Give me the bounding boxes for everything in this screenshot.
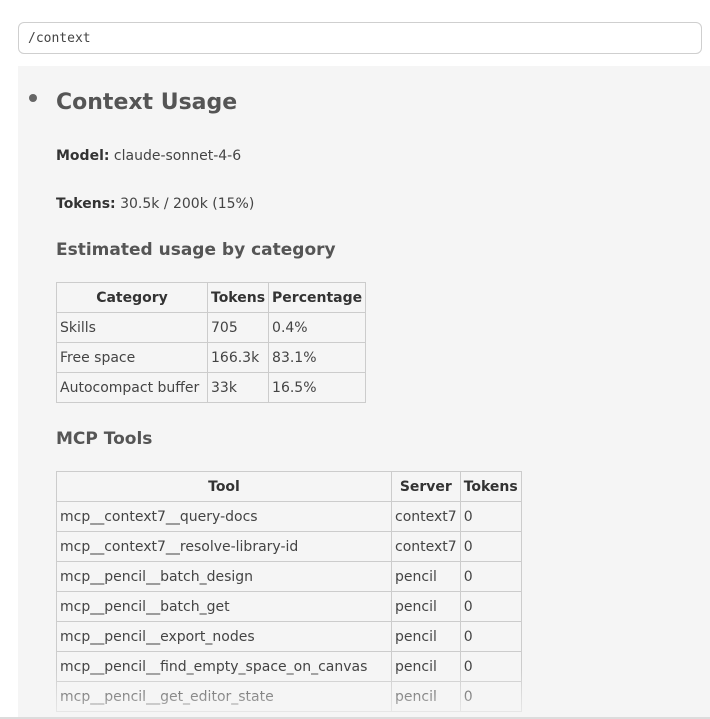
column-header: Server (391, 471, 461, 502)
table-cell: context7 (391, 501, 461, 532)
table-cell: Skills (56, 312, 208, 343)
table-cell: 166.3k (206, 342, 270, 373)
column-header: Tokens (459, 471, 522, 502)
table-row: mcp__context7__query-docs context7 0 (56, 501, 522, 532)
output-panel: Context Usage Model: claude-sonnet-4-6 T… (18, 66, 710, 719)
table-header-row: Category Tokens Percentage (56, 282, 367, 313)
tokens-line: Tokens: 30.5k / 200k (15%) (56, 196, 254, 212)
table-cell: mcp__pencil__find_empty_space_on_canvas (56, 651, 392, 682)
table-cell: pencil (391, 561, 461, 592)
command-bar (0, 0, 710, 66)
table-row: Free space 166.3k 83.1% (56, 342, 367, 373)
table-row: Skills 705 0.4% (56, 312, 367, 343)
table-cell: 33k (206, 372, 270, 403)
tokens-value: 30.5k / 200k (15%) (120, 196, 255, 212)
table-row: mcp__pencil__get_editor_state pencil 0 (56, 681, 522, 712)
table-cell: mcp__context7__resolve-library-id (56, 531, 392, 562)
column-header: Tool (56, 471, 392, 502)
command-input[interactable] (18, 22, 702, 54)
table-cell: mcp__context7__query-docs (56, 501, 392, 532)
table-row: mcp__pencil__find_empty_space_on_canvas … (56, 651, 522, 682)
table-cell: pencil (391, 681, 461, 712)
table-row: Autocompact buffer 33k 16.5% (56, 372, 367, 403)
category-table: Category Tokens Percentage Skills 705 0.… (56, 282, 367, 403)
category-heading: Estimated usage by category (56, 240, 336, 260)
model-line: Model: claude-sonnet-4-6 (56, 148, 241, 164)
column-header: Percentage (268, 282, 367, 313)
table-row: mcp__pencil__batch_design pencil 0 (56, 561, 522, 592)
table-cell: 0 (459, 681, 522, 712)
table-header-row: Tool Server Tokens (56, 471, 522, 502)
model-value: claude-sonnet-4-6 (113, 148, 242, 164)
table-cell: mcp__pencil__export_nodes (56, 621, 392, 652)
bullet-icon (29, 94, 37, 102)
table-row: mcp__context7__resolve-library-id contex… (56, 531, 522, 562)
tokens-label: Tokens: (56, 196, 116, 212)
table-cell: 0.4% (268, 312, 367, 343)
table-cell: mcp__pencil__batch_get (56, 591, 392, 622)
column-header: Tokens (206, 282, 270, 313)
table-cell: pencil (391, 651, 461, 682)
table-row: mcp__pencil__export_nodes pencil 0 (56, 621, 522, 652)
table-cell: Autocompact buffer (56, 372, 208, 403)
table-cell: 0 (459, 501, 522, 532)
table-row: mcp__pencil__batch_get pencil 0 (56, 591, 522, 622)
table-cell: 0 (459, 591, 522, 622)
table-cell: mcp__pencil__batch_design (56, 561, 392, 592)
table-cell: 0 (459, 561, 522, 592)
table-cell: mcp__pencil__get_editor_state (56, 681, 392, 712)
model-label: Model: (56, 148, 110, 164)
table-cell: 16.5% (268, 372, 367, 403)
table-cell: Free space (56, 342, 208, 373)
mcp-tools-table: Tool Server Tokens mcp__context7__query-… (56, 471, 522, 712)
table-cell: 0 (459, 651, 522, 682)
table-cell: 83.1% (268, 342, 367, 373)
table-cell: 0 (459, 531, 522, 562)
column-header: Category (56, 282, 208, 313)
table-cell: context7 (391, 531, 461, 562)
table-cell: 705 (206, 312, 270, 343)
table-cell: 0 (459, 621, 522, 652)
table-cell: pencil (391, 621, 461, 652)
table-cell: pencil (391, 591, 461, 622)
report-title: Context Usage (56, 90, 238, 115)
mcp-heading: MCP Tools (56, 429, 153, 449)
